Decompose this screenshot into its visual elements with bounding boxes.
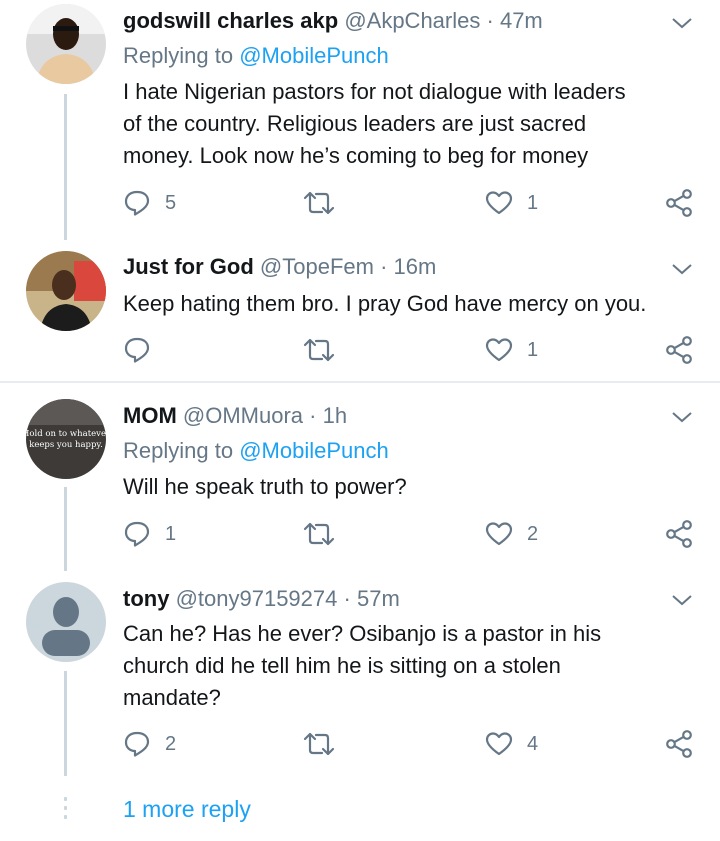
tweet-header: Just for God @TopeFem · 16m — [123, 254, 436, 280]
retweet-button[interactable] — [302, 330, 336, 370]
avatar-caption: keeps you happy. — [29, 440, 103, 450]
share-button[interactable] — [664, 514, 694, 554]
share-icon — [666, 520, 692, 548]
thread-dot — [64, 806, 67, 810]
tweet-text: Keep hating them bro. I pray God have me… — [123, 288, 703, 320]
user-handle[interactable]: @AkpCharles — [344, 8, 480, 33]
tweet-text-line: mandate? — [123, 685, 221, 710]
reply-count: 5 — [165, 191, 177, 214]
reply-count: 1 — [165, 522, 177, 545]
like-count: 2 — [527, 522, 539, 545]
like-icon — [485, 732, 513, 756]
reply-button[interactable]: 1 — [123, 514, 176, 554]
chevron-down-icon[interactable] — [668, 406, 696, 428]
share-icon — [666, 189, 692, 217]
thread-dot — [64, 797, 67, 801]
divider — [0, 381, 720, 383]
avatar[interactable] — [26, 4, 106, 84]
like-button[interactable]: 4 — [485, 724, 538, 764]
user-handle[interactable]: @TopeFem — [260, 254, 374, 279]
replying-to-label: Replying to — [123, 43, 234, 68]
share-button[interactable] — [664, 183, 694, 223]
replying-to: Replying to @MobilePunch — [123, 438, 389, 464]
retweet-button[interactable] — [302, 724, 336, 764]
timestamp[interactable]: 16m — [394, 254, 437, 279]
like-count: 1 — [527, 191, 539, 214]
show-more-replies-link[interactable]: 1 more reply — [123, 796, 251, 823]
like-icon — [485, 191, 513, 215]
retweet-button[interactable] — [302, 514, 336, 554]
retweet-button[interactable] — [302, 183, 336, 223]
like-count: 1 — [527, 338, 539, 361]
chevron-down-icon[interactable] — [668, 589, 696, 611]
replying-to: Replying to @MobilePunch — [123, 43, 389, 69]
share-button[interactable] — [664, 330, 694, 370]
like-icon — [485, 338, 513, 362]
reply-button[interactable]: 2 — [123, 724, 176, 764]
user-handle[interactable]: @tony97159274 — [176, 586, 338, 611]
thread-dot — [64, 815, 67, 819]
retweet-icon — [303, 732, 335, 756]
tweet-text-line: money. Look now he’s coming to beg for m… — [123, 143, 589, 168]
replying-to-label: Replying to — [123, 438, 234, 463]
timestamp[interactable]: 47m — [500, 8, 543, 33]
default-avatar-icon — [26, 582, 106, 662]
retweet-icon — [303, 191, 335, 215]
action-bar: 5 1 — [0, 183, 720, 223]
tweet-text-line: Will he speak truth to power? — [123, 474, 407, 499]
reply-button[interactable]: 5 — [123, 183, 176, 223]
replying-to-handle[interactable]: @MobilePunch — [239, 438, 389, 463]
share-icon — [666, 730, 692, 758]
like-button[interactable]: 2 — [485, 514, 538, 554]
separator: · — [343, 586, 351, 611]
reply-button[interactable] — [123, 330, 165, 370]
share-button[interactable] — [664, 724, 694, 764]
tweet-text-line: Can he? Has he ever? Osibanjo is a pasto… — [123, 621, 602, 646]
tweet-text-line: I hate Nigerian pastors for not dialogue… — [123, 79, 626, 104]
tweet-text: Can he? Has he ever? Osibanjo is a pasto… — [123, 618, 703, 714]
display-name[interactable]: MOM — [123, 403, 177, 428]
user-handle[interactable]: @OMMuora — [183, 403, 303, 428]
reply-icon — [124, 190, 150, 216]
retweet-icon — [303, 522, 335, 546]
thread-dots — [63, 797, 69, 824]
tweet-header: tony @tony97159274 · 57m — [123, 586, 400, 612]
tweet-text: I hate Nigerian pastors for not dialogue… — [123, 76, 703, 172]
action-bar: 2 4 — [0, 724, 720, 764]
like-button[interactable]: 1 — [485, 330, 538, 370]
tweet-text-line: church did he tell him he is sitting on … — [123, 653, 561, 678]
like-icon — [485, 522, 513, 546]
share-icon — [666, 336, 692, 364]
retweet-icon — [303, 338, 335, 362]
separator: · — [380, 254, 388, 279]
avatar[interactable]: Hold on to whatever keeps you happy. — [26, 399, 106, 479]
separator: · — [309, 403, 317, 428]
like-count: 4 — [527, 732, 539, 755]
reply-icon — [124, 521, 150, 547]
display-name[interactable]: godswill charles akp — [123, 8, 338, 33]
tweet-header: MOM @OMMuora · 1h — [123, 403, 347, 429]
action-bar: 1 — [0, 330, 720, 370]
like-button[interactable]: 1 — [485, 183, 538, 223]
timestamp[interactable]: 57m — [357, 586, 400, 611]
tweet-text-line: Keep hating them bro. I pray God have me… — [123, 291, 647, 316]
reply-icon — [124, 337, 150, 363]
chevron-down-icon[interactable] — [668, 12, 696, 34]
separator: · — [486, 8, 494, 33]
tweet-text-line: of the country. Religious leaders are ju… — [123, 111, 587, 136]
avatar[interactable] — [26, 251, 106, 331]
avatar-caption: Hold on to whatever — [26, 429, 106, 439]
display-name[interactable]: Just for God — [123, 254, 254, 279]
tweet-text: Will he speak truth to power? — [123, 471, 703, 503]
replying-to-handle[interactable]: @MobilePunch — [239, 43, 389, 68]
chevron-down-icon[interactable] — [668, 258, 696, 280]
avatar[interactable] — [26, 582, 106, 662]
reply-icon — [124, 731, 150, 757]
display-name[interactable]: tony — [123, 586, 169, 611]
action-bar: 1 2 — [0, 514, 720, 554]
tweet-header: godswill charles akp @AkpCharles · 47m — [123, 8, 543, 34]
timestamp[interactable]: 1h — [323, 403, 347, 428]
reply-count: 2 — [165, 732, 177, 755]
